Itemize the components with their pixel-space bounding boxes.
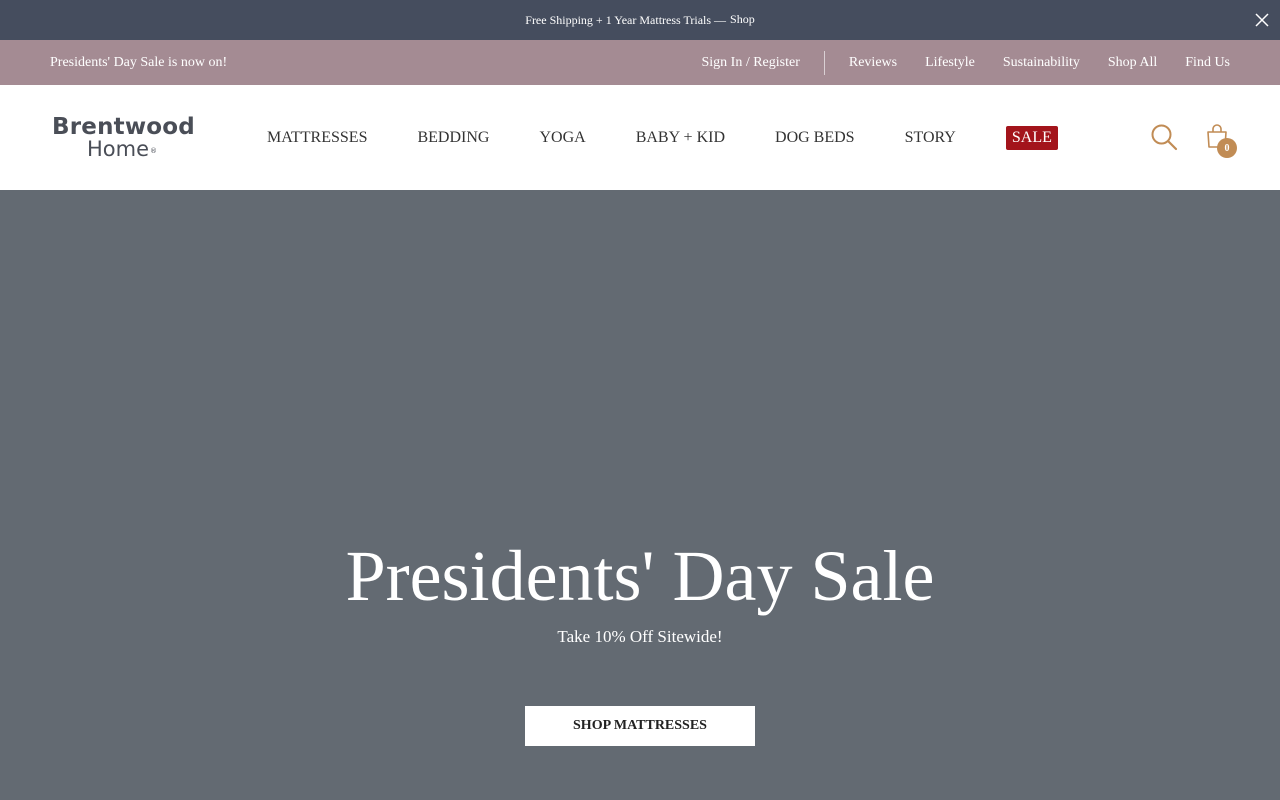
site-header: Brentwood Home® MATTRESSES BEDDING YOGA … [0,85,1280,190]
announcement-bar: Free Shipping + 1 Year Mattress Trials —… [0,0,1280,40]
hero-subtitle: Take 10% Off Sitewide! [557,627,723,646]
shop-all-link[interactable]: Shop All [1108,55,1157,71]
shop-mattresses-button[interactable]: SHOP MATTRESSES [525,706,755,746]
nav-bedding[interactable]: BEDDING [417,129,489,147]
hero-banner: Presidents' Day Sale Take 10% Off Sitewi… [0,190,1280,800]
promo-text: Presidents' Day Sale is now on! [50,54,228,70]
nav-baby-kid[interactable]: BABY + KID [636,129,725,147]
sign-in-register-link[interactable]: Sign In / Register [701,55,799,71]
announcement-text: Free Shipping + 1 Year Mattress Trials — [525,12,727,27]
utility-bar: Presidents' Day Sale is now on! Sign In … [0,40,1280,85]
logo-line2-text: Home [87,137,150,161]
logo-line1: Brentwood [52,114,195,140]
search-icon[interactable] [1150,123,1178,151]
lifestyle-link[interactable]: Lifestyle [925,55,975,71]
close-icon[interactable] [1254,12,1270,28]
logo-line2: Home® [52,137,198,161]
brand-logo[interactable]: Brentwood Home® [52,115,198,161]
nav-dog-beds[interactable]: DOG BEDS [775,129,855,147]
find-us-link[interactable]: Find Us [1185,55,1230,71]
sustainability-link[interactable]: Sustainability [1003,55,1080,71]
nav-sale[interactable]: SALE [1005,125,1058,150]
nav-mattresses[interactable]: MATTRESSES [267,129,367,147]
cart-button[interactable]: 0 [1204,123,1240,159]
hero-title: Presidents' Day Sale [345,536,935,616]
reviews-link[interactable]: Reviews [849,55,897,71]
cart-count-badge: 0 [1217,138,1237,158]
registered-mark: ® [150,147,158,155]
nav-yoga[interactable]: YOGA [539,129,585,147]
nav-story[interactable]: STORY [905,129,956,147]
announcement-shop-link[interactable]: Shop [730,12,755,27]
main-nav: MATTRESSES BEDDING YOGA BABY + KID DOG B… [267,85,1058,190]
announcement-message: Free Shipping + 1 Year Mattress Trials —… [525,12,755,28]
utility-links: Sign In / Register Reviews Lifestyle Sus… [701,50,1230,75]
utility-divider [823,50,825,75]
